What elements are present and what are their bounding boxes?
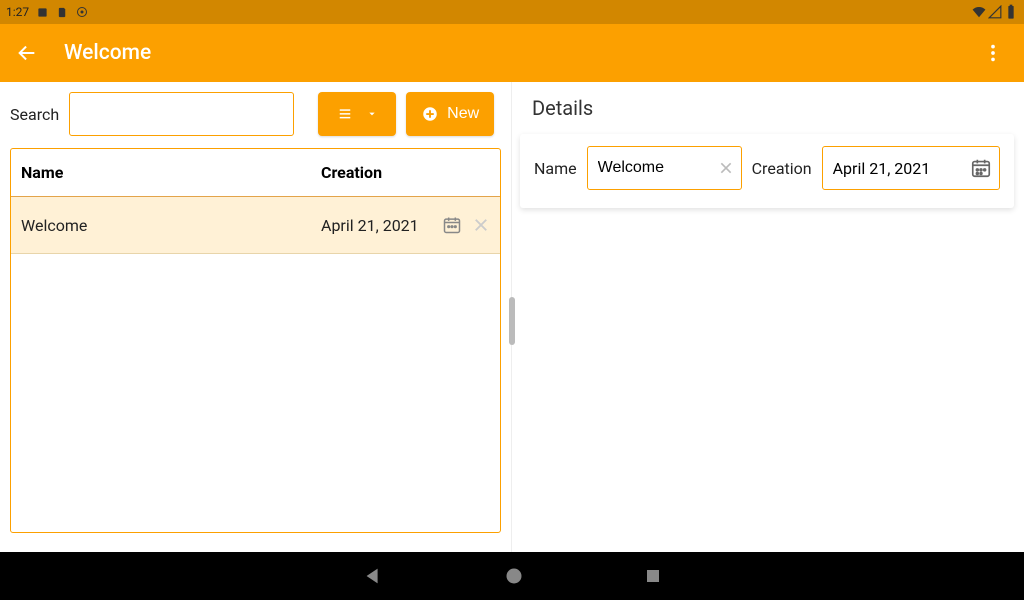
- items-table: Name Creation Welcome April 21, 2021: [10, 148, 501, 533]
- cellular-icon: [988, 5, 1002, 19]
- page-title: Welcome: [64, 41, 976, 65]
- calendar-picker-icon[interactable]: [970, 157, 992, 179]
- android-nav-bar: [0, 552, 1024, 600]
- android-status-bar: 1:27: [0, 0, 1024, 24]
- list-toolbar: Search New: [10, 92, 501, 136]
- nav-back-button[interactable]: [362, 565, 384, 587]
- pane-resize-handle[interactable]: [509, 297, 515, 345]
- details-title: Details: [532, 96, 1024, 120]
- overflow-menu-button[interactable]: [976, 36, 1010, 70]
- row-delete-icon[interactable]: [472, 216, 490, 234]
- list-icon: [336, 107, 354, 121]
- status-time: 1:27: [6, 5, 29, 19]
- column-header-creation[interactable]: Creation: [321, 163, 490, 182]
- filter-menu-button[interactable]: [318, 92, 396, 136]
- battery-icon: [1004, 5, 1018, 19]
- name-field-label: Name: [534, 159, 577, 178]
- table-header: Name Creation: [11, 149, 500, 197]
- nav-home-button[interactable]: [504, 566, 524, 586]
- details-pane: Details Name Creation April 21, 2021: [512, 82, 1024, 552]
- status-app-icon-2: [55, 5, 69, 19]
- plus-circle-icon: [421, 105, 439, 123]
- back-button[interactable]: [14, 36, 52, 70]
- app-bar: Welcome: [0, 24, 1024, 82]
- clear-name-icon[interactable]: [718, 160, 734, 176]
- details-card: Name Creation April 21, 2021: [520, 134, 1014, 208]
- cell-name: Welcome: [21, 216, 321, 235]
- table-row[interactable]: Welcome April 21, 2021: [11, 197, 500, 254]
- search-label: Search: [10, 105, 59, 124]
- search-input[interactable]: [69, 92, 294, 136]
- creation-field-label: Creation: [752, 159, 812, 178]
- row-calendar-icon[interactable]: [442, 215, 462, 235]
- nav-recent-button[interactable]: [644, 567, 662, 585]
- chevron-down-icon: [366, 110, 378, 118]
- list-pane: Search New Name Creation Welcome April 2…: [0, 82, 512, 552]
- cell-creation: April 21, 2021: [321, 216, 442, 235]
- wifi-icon: [972, 5, 986, 19]
- new-button-label: New: [447, 105, 479, 123]
- status-app-icon-3: [75, 5, 89, 19]
- new-button[interactable]: New: [406, 92, 494, 136]
- column-header-name[interactable]: Name: [21, 163, 321, 182]
- status-app-icon-1: [35, 5, 49, 19]
